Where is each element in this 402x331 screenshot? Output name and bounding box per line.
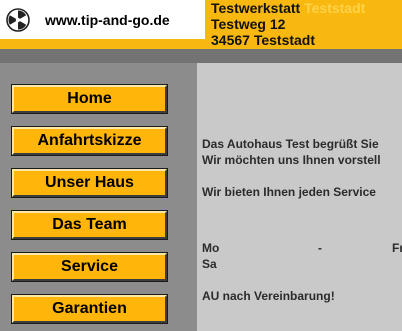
hours-dash: - xyxy=(318,241,322,255)
nav-service-button[interactable]: Service xyxy=(11,252,168,282)
hours-saturday: Sa xyxy=(202,257,217,271)
site-url[interactable]: www.tip-and-go.de xyxy=(45,12,170,28)
hours-friday: Fr xyxy=(392,241,402,255)
hours-monday: Mo xyxy=(202,241,220,255)
nav-garantien-button[interactable]: Garantien xyxy=(11,294,168,324)
sidebar-nav: Home Anfahrtskizze Unser Haus Das Team S… xyxy=(0,63,197,331)
nav-home-button[interactable]: Home xyxy=(11,84,168,114)
logo-box[interactable]: www.tip-and-go.de xyxy=(0,0,205,39)
company-name-line: Testwerkstatt Teststadt xyxy=(211,0,365,16)
main-content: Das Autohaus Test begrüßt Sie Wir möchte… xyxy=(197,63,402,331)
header-bar: www.tip-and-go.de Testwerkstatt Teststad… xyxy=(0,0,402,49)
nav-anfahrtskizze-button[interactable]: Anfahrtskizze xyxy=(11,126,168,156)
welcome-line-2: Wir möchten uns Ihnen vorstell xyxy=(202,153,381,167)
nav-das-team-button[interactable]: Das Team xyxy=(11,210,168,240)
zip-city-line: 34567 Teststadt xyxy=(211,32,316,48)
street-line: Testweg 12 xyxy=(211,16,286,32)
company-city: Teststadt xyxy=(304,0,366,16)
welcome-line-1: Das Autohaus Test begrüßt Sie xyxy=(202,137,379,151)
header-divider-band xyxy=(0,49,402,63)
au-note: AU nach Vereinbarung! xyxy=(202,289,335,303)
nav-unser-haus-button[interactable]: Unser Haus xyxy=(11,168,168,198)
circular-triskelion-logo-icon xyxy=(6,8,30,32)
company-name: Testwerkstatt xyxy=(211,0,301,16)
opening-hours-row: Mo - Fr xyxy=(202,240,402,256)
address-block: Testwerkstatt Teststadt Testweg 12 34567… xyxy=(211,0,365,48)
service-line: Wir bieten Ihnen jeden Service xyxy=(202,185,376,199)
